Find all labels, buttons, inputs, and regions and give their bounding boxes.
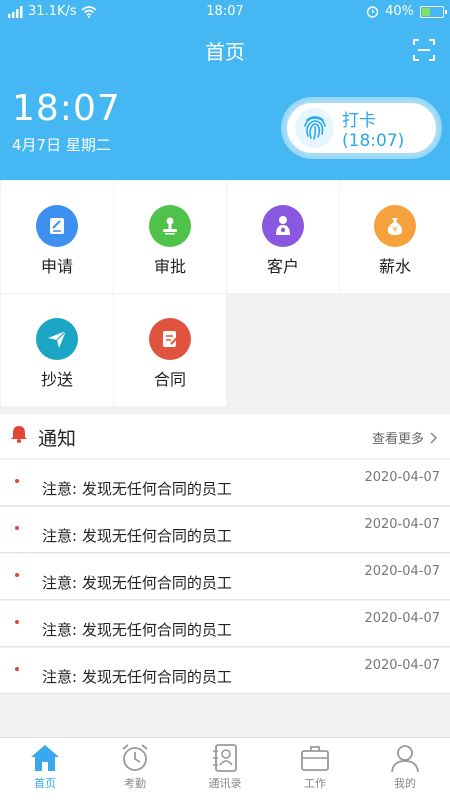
- menu-label: 抄送: [40, 370, 73, 389]
- notice-item[interactable]: 注意: 发现无任何合同的员工 2020-04-07: [0, 601, 450, 647]
- menu-label: 薪水: [378, 257, 411, 276]
- punch-in-label: 打卡(18:07): [342, 110, 405, 151]
- bullet-dot: [15, 479, 19, 483]
- bullet-dot: [15, 620, 19, 624]
- contacts-icon: [213, 744, 237, 772]
- apply-icon: [36, 205, 78, 247]
- nav-me[interactable]: 我的: [360, 738, 450, 800]
- notice-text: 注意: 发现无任何合同的员工: [42, 668, 232, 686]
- nav-attendance[interactable]: 考勤: [90, 738, 180, 800]
- notice-text: 注意: 发现无任何合同的员工: [42, 621, 232, 639]
- notice-title: 通知: [38, 428, 77, 450]
- status-bar: 31.1K/s 18:07 40%: [0, 0, 450, 24]
- briefcase-icon: [301, 746, 329, 771]
- menu-label: 审批: [153, 257, 186, 276]
- nav-label: 考勤: [124, 777, 146, 790]
- bell-icon: [11, 426, 27, 443]
- bullet-dot: [15, 667, 19, 671]
- notice-time: 2020-04-07: [364, 470, 440, 485]
- menu-apply[interactable]: 申请: [1, 181, 113, 293]
- notice-list: 注意: 发现无任何合同的员工 2020-04-07 注意: 发现无任何合同的员工…: [0, 460, 450, 695]
- bullet-dot: [15, 526, 19, 530]
- home-icon: [31, 745, 59, 771]
- nav-label: 我的: [394, 777, 416, 790]
- menu-label: 申请: [40, 257, 73, 276]
- nav-label: 通讯录: [208, 777, 242, 790]
- menu-cc[interactable]: 抄送: [1, 294, 113, 406]
- title-bar: 首页: [0, 32, 450, 68]
- clock-time: 18:07: [12, 88, 121, 129]
- battery-percent: 40%: [385, 4, 414, 19]
- notice-time: 2020-04-07: [364, 517, 440, 532]
- clock-date: 4月7日 星期二: [12, 136, 111, 154]
- notice-text: 注意: 发现无任何合同的员工: [42, 480, 232, 498]
- bottom-nav: 首页 考勤 通讯录 工作 我的: [0, 737, 450, 800]
- customer-icon: [262, 205, 304, 247]
- notice-item[interactable]: 注意: 发现无任何合同的员工 2020-04-07: [0, 460, 450, 506]
- menu-salary[interactable]: ¥ 薪水: [340, 181, 450, 293]
- stamp-icon: [149, 205, 191, 247]
- notice-text: 注意: 发现无任何合同的员工: [42, 527, 232, 545]
- notice-time: 2020-04-07: [364, 564, 440, 579]
- view-more-link[interactable]: 查看更多: [372, 428, 438, 447]
- menu-label: 客户: [266, 257, 299, 276]
- chevron-right-icon: [430, 431, 438, 444]
- function-grid: 申请 审批 客户 ¥ 薪水 抄送 合同: [0, 180, 450, 406]
- notice-time: 2020-04-07: [364, 658, 440, 673]
- top-banner: 31.1K/s 18:07 40% 首页 18:07 4月7日 星期二 打卡(1…: [0, 0, 450, 180]
- menu-approve[interactable]: 审批: [114, 181, 226, 293]
- nav-home[interactable]: 首页: [0, 738, 90, 800]
- nav-contacts[interactable]: 通讯录: [180, 738, 270, 800]
- alarm-clock-icon: [122, 744, 148, 771]
- svg-text:¥: ¥: [392, 225, 397, 234]
- nav-label: 首页: [34, 777, 56, 790]
- alarm-icon: [366, 6, 379, 18]
- notice-item[interactable]: 注意: 发现无任何合同的员工 2020-04-07: [0, 507, 450, 553]
- scan-icon[interactable]: [412, 38, 436, 62]
- send-icon: [36, 318, 78, 360]
- punch-in-button[interactable]: 打卡(18:07): [284, 100, 439, 156]
- view-more-label: 查看更多: [371, 432, 424, 447]
- notice-text: 注意: 发现无任何合同的员工: [42, 574, 232, 592]
- money-bag-icon: ¥: [374, 205, 416, 247]
- notice-item[interactable]: 注意: 发现无任何合同的员工 2020-04-07: [0, 648, 450, 694]
- bullet-dot: [15, 573, 19, 577]
- nav-label: 工作: [304, 777, 326, 790]
- fingerprint-icon: [295, 108, 335, 148]
- notice-time: 2020-04-07: [364, 611, 440, 626]
- user-icon: [391, 745, 419, 773]
- nav-work[interactable]: 工作: [270, 738, 360, 800]
- page-title: 首页: [205, 40, 245, 64]
- menu-contract[interactable]: 合同: [114, 294, 226, 406]
- notice-header: 通知 查看更多: [0, 414, 450, 458]
- notice-item[interactable]: 注意: 发现无任何合同的员工 2020-04-07: [0, 554, 450, 600]
- contract-icon: [149, 318, 191, 360]
- battery-icon: [420, 5, 447, 18]
- menu-label: 合同: [153, 370, 186, 389]
- menu-customer[interactable]: 客户: [227, 181, 339, 293]
